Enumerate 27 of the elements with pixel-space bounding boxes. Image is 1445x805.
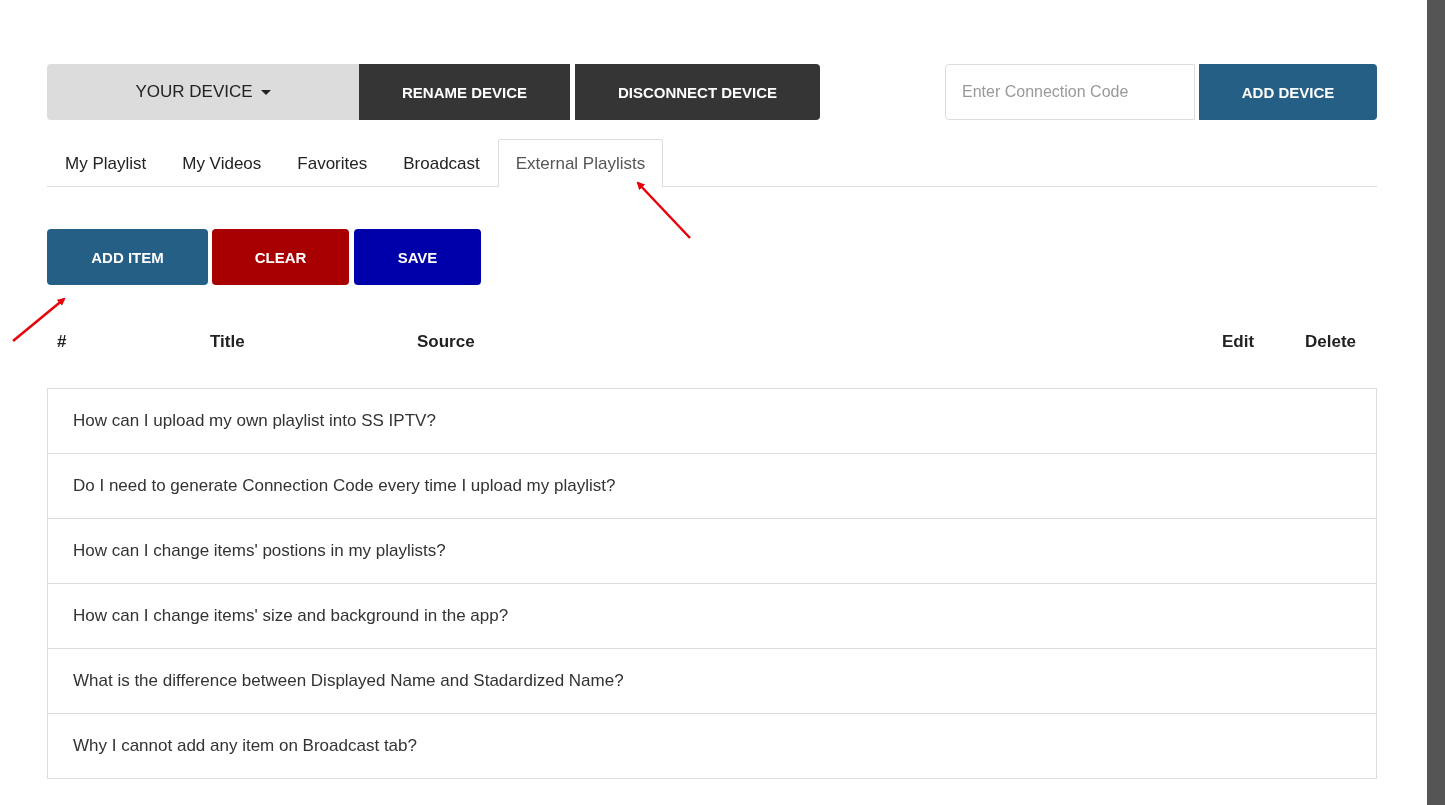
device-dropdown[interactable]: YOUR DEVICE <box>47 64 359 120</box>
annotation-arrow <box>636 181 691 239</box>
faq-item[interactable]: Do I need to generate Connection Code every time I upload my playlist? <box>48 453 1376 518</box>
tab[interactable]: Favorites <box>279 139 386 187</box>
column-header: Source <box>417 332 475 352</box>
tab[interactable]: Broadcast <box>385 139 498 187</box>
caret-icon <box>260 89 271 95</box>
faq-item[interactable]: How can I change items' postions in my playlists? <box>48 518 1376 583</box>
device-button[interactable]: DISCONNECT DEVICE <box>575 64 820 120</box>
column-header: Delete <box>1305 332 1357 352</box>
faq-item[interactable]: How can I upload my own playlist into SS IPTV? <box>48 389 1376 453</box>
scrollbar[interactable] <box>1427 0 1445 805</box>
connection-code-field[interactable]: Enter Connection Code <box>945 64 1195 120</box>
tab[interactable]: External Playlists <box>497 139 664 187</box>
tab[interactable]: My Playlist <box>47 139 165 187</box>
tab[interactable]: My Videos <box>164 139 280 187</box>
device-button[interactable]: RENAME DEVICE <box>359 64 570 120</box>
add-device-button[interactable]: ADD DEVICE <box>1199 64 1377 120</box>
faq-item[interactable]: Why I cannot add any item on Broadcast tab? <box>48 713 1376 778</box>
column-header: # <box>57 332 67 352</box>
action-button[interactable]: ADD ITEM <box>47 229 208 285</box>
column-header: Edit <box>1222 332 1255 352</box>
column-header: Title <box>210 332 245 352</box>
action-button[interactable]: CLEAR <box>212 229 349 285</box>
faq-item[interactable]: How can I change items' size and background in the app? <box>48 583 1376 648</box>
action-button[interactable]: SAVE <box>354 229 481 285</box>
faq-item[interactable]: What is the difference between Displayed Name and Stadardized Name? <box>48 648 1376 713</box>
